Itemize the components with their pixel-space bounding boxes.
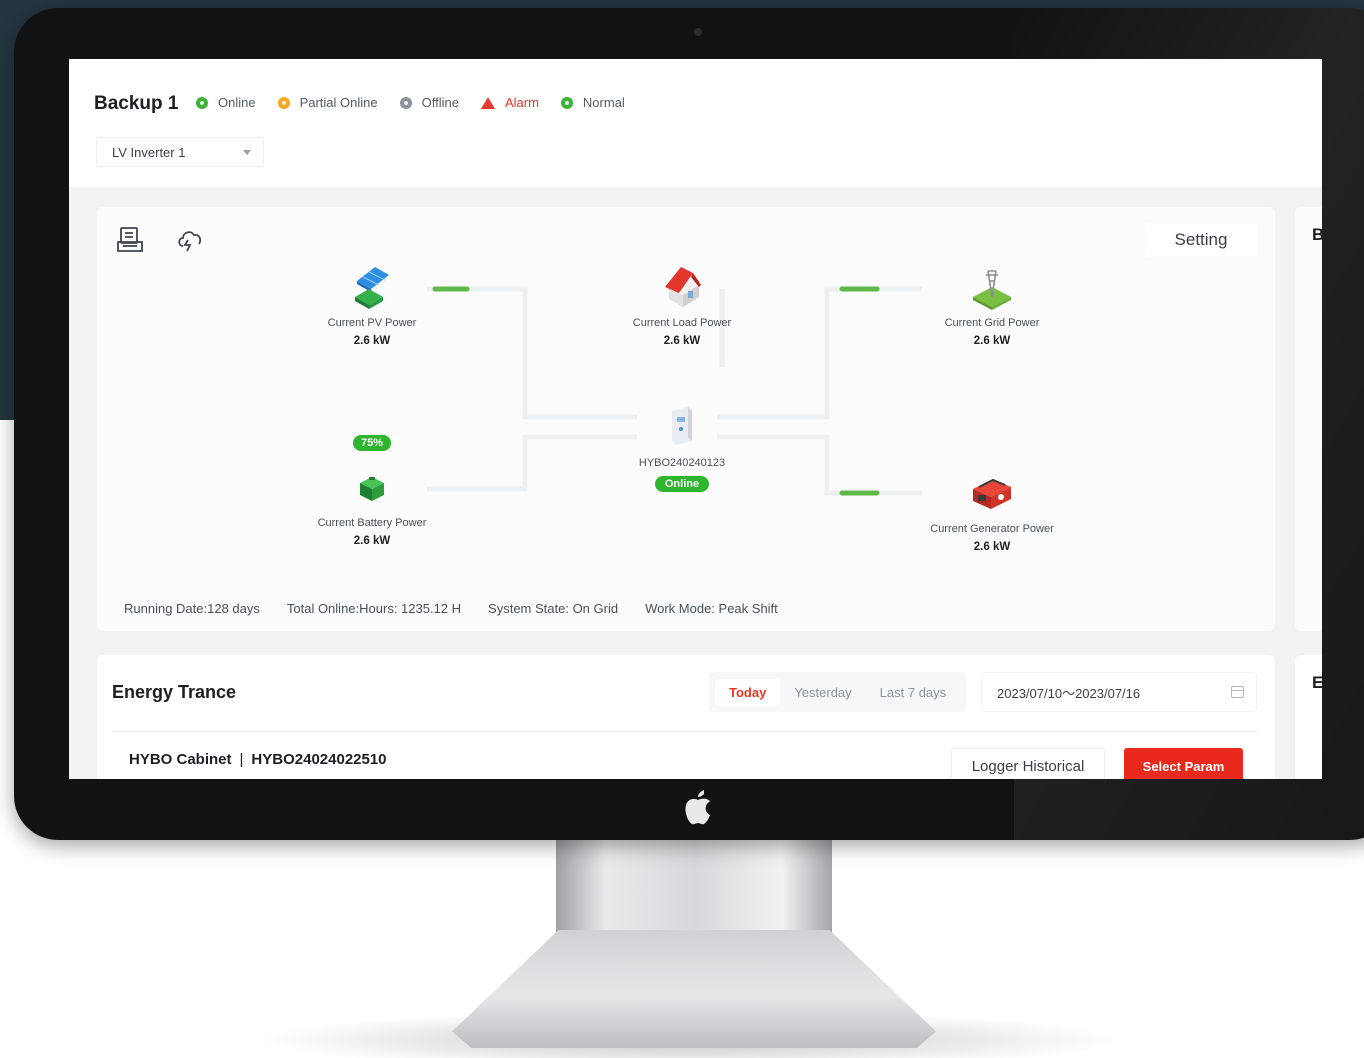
date-range-value: 2023/07/10～2023/07/16	[997, 685, 1141, 701]
battery-soc-badge: 75%	[353, 435, 392, 451]
device-select[interactable]: LV Inverter 1	[96, 137, 264, 167]
total-online-hours: Total Online:Hours: 1235.12 H	[286, 601, 462, 616]
camera-icon	[694, 28, 702, 36]
load-value: 2.6 kW	[663, 335, 701, 347]
energy-flow-panel: Setting Current PV Power 2.6 kW Current …	[97, 207, 1275, 631]
legend-label: Offline	[421, 95, 459, 110]
work-mode: Work Mode: Peak Shift	[645, 601, 778, 616]
apple-logo-icon	[685, 790, 710, 825]
pv-value: 2.6 kW	[353, 335, 391, 347]
side-panel-heading: E	[1312, 673, 1322, 692]
generator-value: 2.6 kW	[973, 541, 1011, 553]
running-date: Running Date:128 days	[124, 601, 260, 616]
tab-yesterday[interactable]: Yesterday	[780, 679, 865, 706]
tab-last-7-days[interactable]: Last 7 days	[866, 679, 961, 706]
battery-label: Current Battery Power	[317, 517, 427, 529]
battery-icon	[360, 477, 384, 501]
pv-node[interactable]: Current PV Power 2.6 kW	[272, 263, 472, 347]
offline-dot-icon	[399, 96, 412, 109]
alarm-triangle-icon	[480, 96, 495, 109]
legend-label: Online	[218, 95, 256, 110]
pv-label: Current PV Power	[327, 317, 417, 329]
calendar-icon	[1231, 686, 1244, 698]
chevron-down-icon	[243, 149, 251, 155]
side-panel-heading: B	[1312, 225, 1322, 244]
inverter-status-badge: Online	[654, 476, 710, 492]
tab-today[interactable]: Today	[715, 678, 781, 706]
inverter-label: HYBO240240123	[638, 457, 726, 469]
battery-node[interactable]: Current Battery Power 2.6 kW	[272, 471, 472, 547]
partial-online-dot-icon	[277, 96, 290, 109]
grid-tower-icon	[973, 270, 1011, 310]
solar-panel-icon	[355, 267, 389, 309]
monitor-bezel: Backup 1 Online Partial Online Offline A…	[14, 8, 1364, 840]
device-select-value: LV Inverter 1	[112, 144, 186, 160]
grid-label: Current Grid Power	[944, 317, 1040, 329]
energy-trance-panel: Energy Trance Today Yesterday Last 7 day…	[97, 655, 1275, 779]
status-legend: Online Partial Online Offline Alarm Norm…	[196, 95, 647, 110]
top-bar: Backup 1 Online Partial Online Offline A…	[69, 59, 1322, 187]
inverter-icon	[672, 407, 692, 445]
load-node[interactable]: Current Load Power 2.6 kW	[582, 263, 782, 347]
legend-label: Alarm	[504, 95, 539, 110]
date-range-picker[interactable]: 2023/07/10～2023/07/16	[981, 672, 1257, 712]
energy-title: Energy Trance	[112, 682, 237, 702]
page-title: Backup 1	[94, 93, 179, 114]
battery-value: 2.6 kW	[353, 535, 391, 547]
legend-label: Partial Online	[299, 95, 378, 110]
online-dot-icon	[196, 96, 208, 109]
legend-label: Normal	[582, 95, 625, 110]
grid-value: 2.6 kW	[973, 335, 1011, 347]
inverter-node[interactable]: HYBO240240123 Online	[582, 405, 782, 492]
generator-icon	[973, 478, 1011, 509]
logger-historical-button[interactable]: Logger Historical	[951, 748, 1105, 779]
cabinet-separator: |	[239, 751, 244, 768]
legend-alarm: Alarm	[480, 95, 539, 110]
right-side-panel: B	[1295, 207, 1322, 631]
right-side-panel-lower: E	[1295, 655, 1322, 779]
legend-normal: Normal	[560, 95, 625, 110]
app-screen: Backup 1 Online Partial Online Offline A…	[69, 59, 1322, 779]
cabinet-name: HYBO Cabinet	[129, 751, 232, 768]
normal-dot-icon	[560, 96, 573, 109]
legend-partial-online: Partial Online	[277, 95, 378, 110]
generator-label: Current Generator Power	[930, 523, 1054, 535]
cabinet-title: HYBO Cabinet | HYBO24024022510	[129, 751, 387, 768]
generator-node[interactable]: Current Generator Power 2.6 kW	[892, 471, 1092, 553]
house-icon	[665, 267, 701, 307]
legend-offline: Offline	[399, 95, 459, 110]
cabinet-id: HYBO24024022510	[251, 751, 387, 768]
legend-online: Online	[196, 95, 256, 110]
load-label: Current Load Power	[632, 317, 732, 329]
grid-node[interactable]: Current Grid Power 2.6 kW	[892, 263, 1092, 347]
select-param-button[interactable]: Select Param	[1124, 748, 1243, 779]
system-stats: Running Date:128 days Total Online:Hours…	[124, 601, 805, 616]
system-state: System State: On Grid	[488, 601, 619, 616]
divider	[112, 731, 1260, 732]
range-tabs: Today Yesterday Last 7 days	[709, 672, 967, 712]
